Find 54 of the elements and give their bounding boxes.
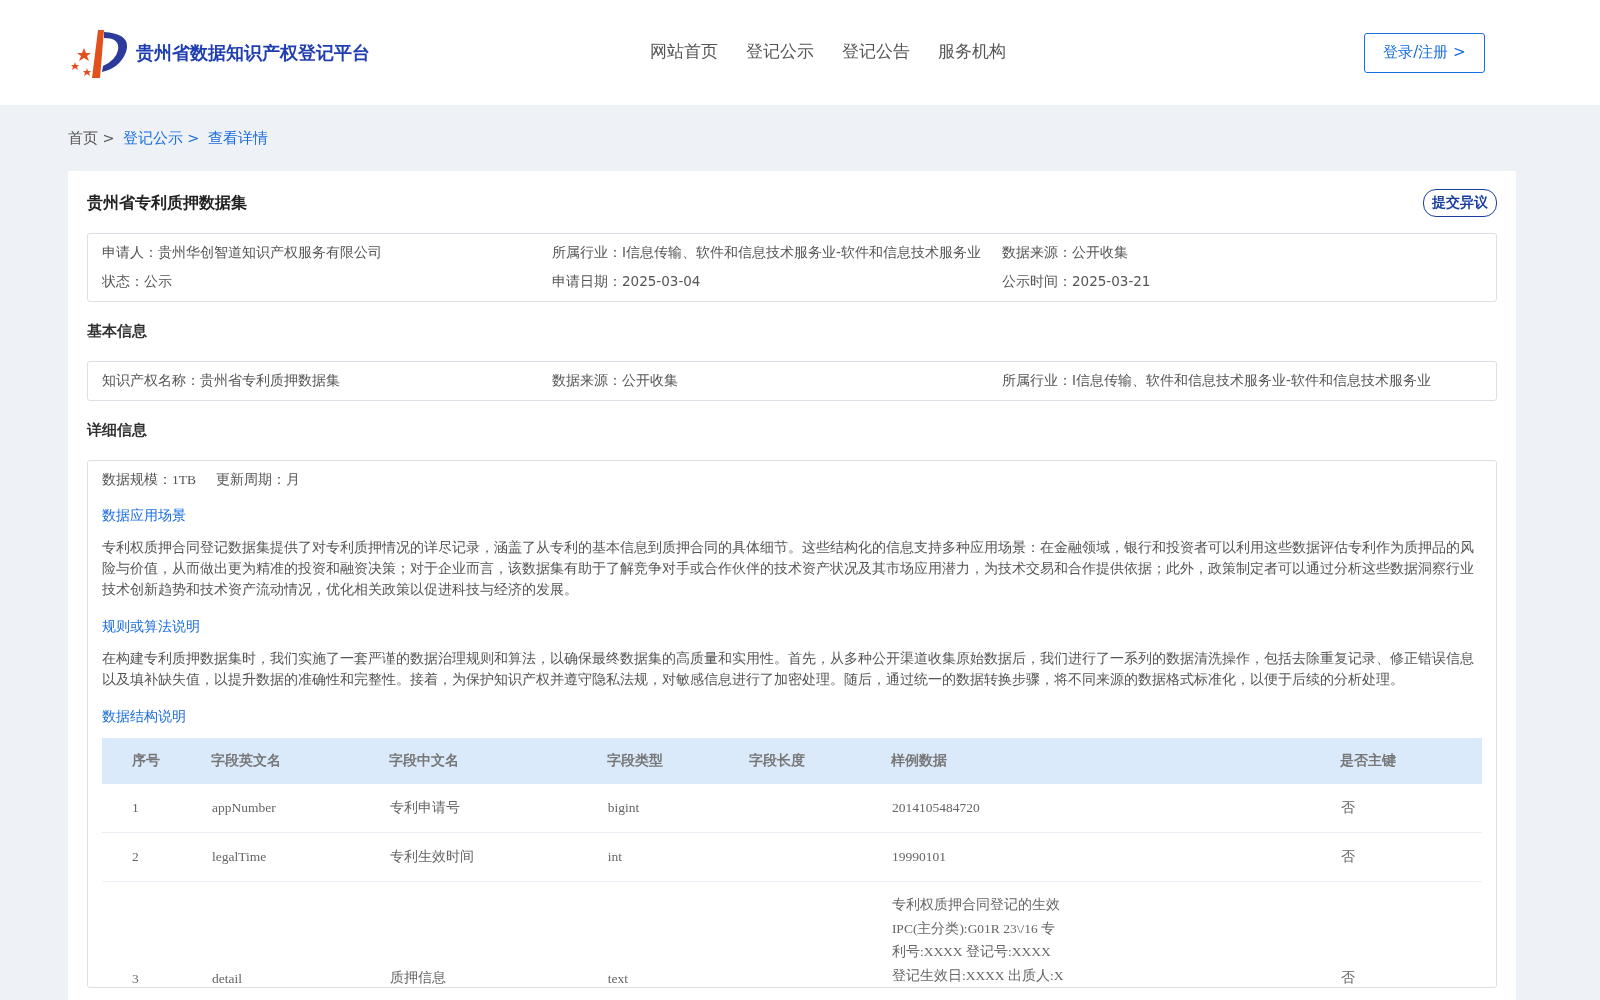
table-cell-text: 否	[1340, 969, 1356, 987]
info-field: 申请人：贵州华创智道知识产权服务有限公司	[102, 244, 552, 262]
nav-link[interactable]: 登记公示	[746, 36, 814, 69]
objection-button[interactable]: 提交异议	[1423, 189, 1497, 217]
breadcrumb-link[interactable]: 登记公示 >	[122, 128, 200, 148]
subsection-heading: 数据应用场景	[102, 507, 187, 525]
subsection-heading: 规则或算法说明	[102, 618, 201, 636]
dataset-title: 贵州省专利质押数据集	[87, 192, 247, 214]
table-cell-text: legalTime	[212, 849, 268, 865]
meta-field: 数据规模：1TB	[102, 471, 196, 489]
info-field: 状态：公示	[102, 273, 552, 291]
table-cell-text: int	[607, 849, 623, 865]
table-cell-text: 专利生效时间	[389, 848, 475, 866]
logo-icon	[70, 27, 130, 78]
meta-field: 更新周期：月	[216, 471, 300, 489]
table-cell-text: 3	[132, 971, 140, 987]
table-cell-text: 专利申请号	[389, 799, 461, 817]
section-heading: 详细信息	[87, 421, 148, 440]
table-cell-text: 否	[1340, 799, 1356, 817]
column-header: 字段类型	[606, 738, 749, 784]
table-cell-text: 1	[132, 800, 140, 816]
nav-link[interactable]: 登记公告	[842, 36, 910, 69]
info-field: 数据来源：公开收集	[1002, 244, 1482, 262]
table-cell-text: 19990101	[891, 849, 947, 865]
table-cell-text: appNumber	[212, 800, 277, 816]
table-cell-text: 否	[1340, 848, 1356, 866]
nav-link[interactable]: 服务机构	[938, 36, 1006, 69]
column-header: 序号	[102, 738, 211, 784]
table-cell-text: detail	[212, 971, 243, 987]
nav-link[interactable]: 网站首页	[650, 36, 718, 69]
column-header: 字段英文名	[211, 738, 389, 784]
column-header: 字段中文名	[388, 738, 607, 784]
table-cell-text: text	[607, 971, 629, 987]
table-cell-text: bigint	[607, 800, 641, 816]
table-cell-text: 质押信息	[389, 969, 447, 987]
section-heading: 基本信息	[87, 322, 148, 341]
column-header: 是否主键	[1339, 738, 1482, 784]
table-cell-text: 2	[132, 849, 140, 865]
table-cell-text: 专利权质押合同登记的生效IPC(主分类):G01R 23\/16 专利号:XXXX 登记号:XXXX 登记生效日:XXXX 出质人:X	[891, 896, 1065, 985]
description-text: 在构建专利质押数据集时，我们实施了一套严谨的数据治理规则和算法，以确保最终数据集的高质量和实用性。首先，从多种公开渠道收集原始数据后，我们进行了一系列的数据清洗操作，包括去除重复记录、修正错误信息以及填补缺失值，以提升数据的准确性和完整性。接着，为保护知识产权并遵守隐私法规，对敏感信息进行了加密处理。随后，通过统一的数据转换步骤，将不同来源的数据格式标准化，以便于后续的分析处理。	[102, 649, 1475, 689]
info-field: 所属行业：I信息传输、软件和信息技术服务业-软件和信息技术服务业	[1002, 372, 1482, 390]
site-title: 贵州省数据知识产权登记平台	[136, 40, 370, 65]
login-button[interactable]: 登录/注册 >	[1364, 32, 1485, 73]
info-field: 数据来源：公开收集	[552, 372, 1002, 390]
info-field: 公示时间：2025-03-21	[1002, 273, 1482, 291]
table-cell-text: 2014105484720	[891, 800, 981, 816]
info-field: 所属行业：I信息传输、软件和信息技术服务业-软件和信息技术服务业	[552, 244, 1002, 262]
breadcrumb-link[interactable]: 查看详情	[207, 128, 268, 148]
description-text: 专利权质押合同登记数据集提供了对专利质押情况的详尽记录，涵盖了从专利的基本信息到质押合同的具体细节。这些结构化的信息支持多种应用场景：在金融领域，银行和投资者可以利用这些数据评估专利作为质押品的风险与价值，从而做出更为精准的投资和融资决策；对于企业而言，该数据集有助于了解竞争对手或合作伙伴的技术资产状况及其市场应用潜力，为技术交易和合作提供依据；此外，政策制定者可以通过分析这些数据洞察行业技术创新趋势和技术资产流动情况，优化相关政策以促进科技与经济的发展。	[102, 538, 1475, 599]
info-field: 知识产权名称：贵州省专利质押数据集	[102, 372, 552, 390]
info-field: 申请日期：2025-03-04	[552, 273, 1002, 291]
subsection-heading: 数据结构说明	[102, 708, 187, 726]
column-header: 样例数据	[890, 738, 1340, 784]
column-header: 字段长度	[748, 738, 891, 784]
